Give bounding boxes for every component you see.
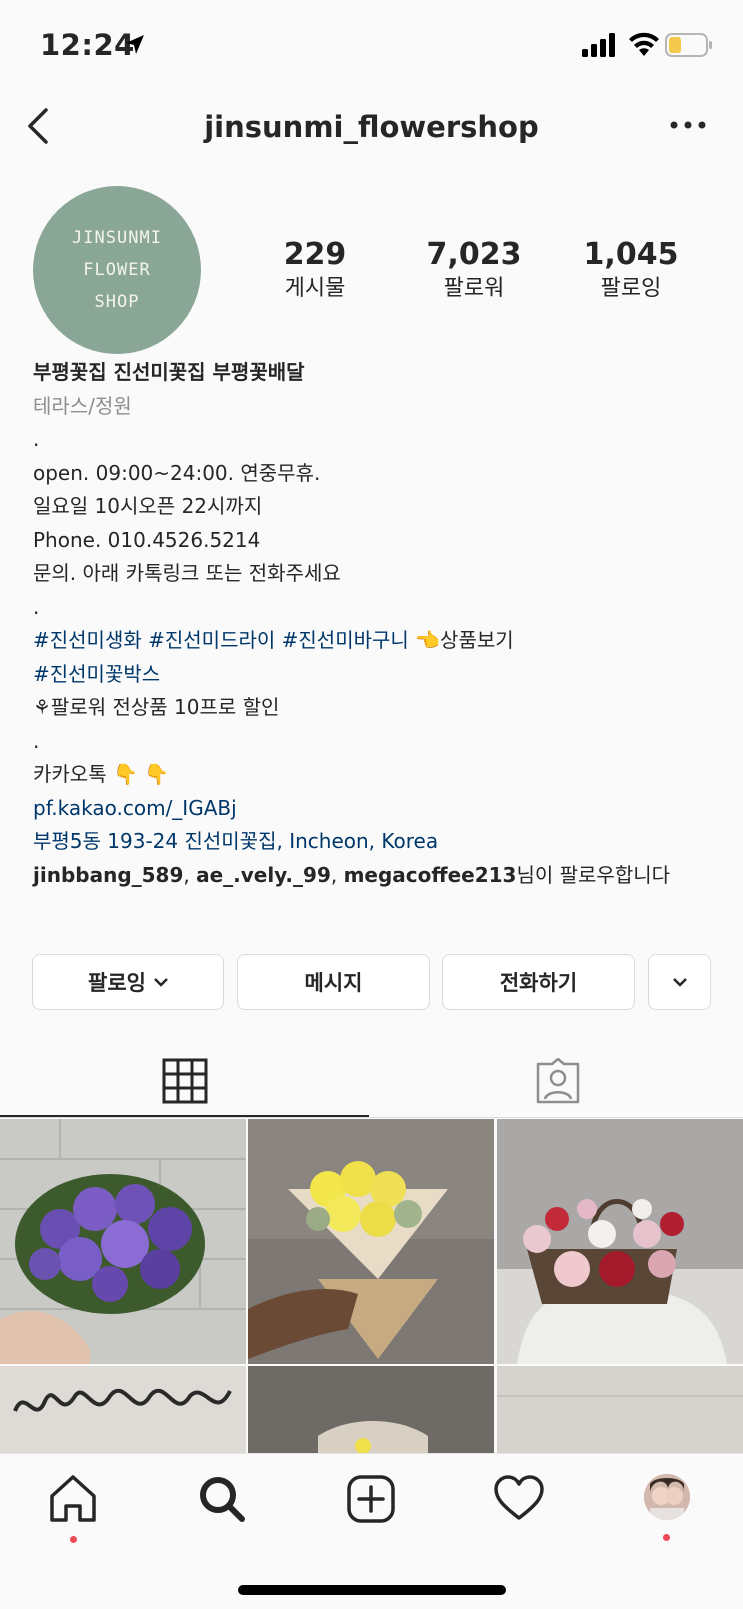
home-icon[interactable] <box>46 1472 100 1526</box>
following-button[interactable]: 팔로잉 <box>32 954 224 1010</box>
chevron-down-icon <box>154 978 168 987</box>
tagged-person-icon <box>536 1058 579 1104</box>
following-stat[interactable]: 1,045 팔로잉 <box>561 236 701 304</box>
grid-post[interactable] <box>248 1119 494 1364</box>
call-button[interactable]: 전화하기 <box>442 954 635 1010</box>
message-button[interactable]: 메시지 <box>237 954 430 1010</box>
hashtag-link[interactable]: #진선미꽃박스 <box>33 658 723 692</box>
location-arrow-icon <box>126 35 144 54</box>
message-button-label: 메시지 <box>304 971 363 995</box>
hashtag-links[interactable]: #진선미생화 #진선미드라이 #진선미바구니 <box>33 628 409 652</box>
profile-bio: 부평꽃집 진선미꽃집 부평꽃배달 테라스/정원 . open. 09:00~24… <box>33 356 723 892</box>
profile-category: 테라스/정원 <box>33 393 132 418</box>
follower-name[interactable]: ae_.vely._99 <box>196 863 331 887</box>
followers-stat[interactable]: 7,023 팔로워 <box>404 236 544 304</box>
discount-text: ⚘팔로워 전상품 10프로 할인 <box>33 695 280 719</box>
suggested-accounts-button[interactable] <box>648 954 711 1010</box>
follower-name[interactable]: jinbbang_589 <box>33 863 183 887</box>
bio-line: Phone. 010.4526.5214 <box>33 527 261 552</box>
tab-divider <box>0 1117 743 1118</box>
grid-post[interactable] <box>497 1119 743 1364</box>
separator: , <box>183 862 197 887</box>
followed-by-suffix: 님이 팔로우합니다 <box>516 862 671 887</box>
following-label: 팔로잉 <box>600 276 662 301</box>
username-title: jinsunmi_flowershop <box>204 110 539 144</box>
kakao-link[interactable]: pf.kakao.com/_IGABj <box>33 792 723 826</box>
profile-header: jinsunmi_flowershop <box>0 96 743 166</box>
search-icon[interactable] <box>195 1472 249 1526</box>
new-post-icon[interactable] <box>344 1472 398 1526</box>
bio-line: 일요일 10시오픈 22시까지 <box>33 494 263 518</box>
chevron-down-icon <box>672 978 687 987</box>
flower-basket-photo <box>497 1119 743 1364</box>
cellular-signal-icon <box>582 33 615 57</box>
bouquet-photo <box>248 1366 494 1456</box>
heart-icon[interactable] <box>492 1472 546 1526</box>
bio-line: . <box>33 594 40 619</box>
bio-line: . <box>33 427 40 451</box>
bouquet-photo <box>248 1119 494 1364</box>
profile-name: 부평꽃집 진선미꽃집 부평꽃배달 <box>33 360 305 384</box>
grid-icon <box>162 1058 208 1104</box>
tab-grid[interactable] <box>0 1046 370 1116</box>
notification-dot <box>70 1536 77 1543</box>
followers-count: 7,023 <box>426 237 522 272</box>
grid-post[interactable] <box>0 1366 246 1456</box>
posts-label: 게시물 <box>284 276 346 301</box>
avatar-text-line: SHOP <box>94 292 140 312</box>
followers-label: 팔로워 <box>443 276 505 301</box>
more-options-icon[interactable] <box>668 118 708 132</box>
separator: , <box>330 862 344 887</box>
status-time: 12:24 <box>40 28 135 62</box>
notification-dot <box>663 1534 670 1541</box>
followed-by[interactable]: jinbbang_589, ae_.vely._99, megacoffee21… <box>33 859 723 893</box>
profile-avatar[interactable]: JINSUNMI FLOWER SHOP <box>33 186 201 354</box>
bio-line: 문의. 아래 카톡링크 또는 전화주세요 <box>33 561 341 585</box>
battery-icon <box>665 33 712 57</box>
call-button-label: 전화하기 <box>499 971 578 995</box>
grid-post[interactable] <box>497 1366 743 1456</box>
profile-tab-avatar[interactable] <box>644 1474 690 1520</box>
grid-post[interactable] <box>0 1119 246 1364</box>
avatar-text-line: FLOWER <box>83 260 151 280</box>
wall-photo <box>497 1366 743 1456</box>
bio-line: . <box>33 728 40 753</box>
bio-line: open. 09:00~24:00. 연중무휴. <box>33 460 321 485</box>
posts-stat[interactable]: 229 게시물 <box>245 236 385 304</box>
bouquet-photo <box>0 1119 246 1364</box>
status-bar: 12:24 <box>0 0 743 90</box>
following-button-label: 팔로잉 <box>88 971 146 995</box>
following-count: 1,045 <box>583 237 679 272</box>
posts-count: 229 <box>283 237 347 272</box>
address-link[interactable]: 부평5동 193-24 진선미꽃집, Incheon, Korea <box>33 825 723 859</box>
lettering-photo <box>0 1366 246 1456</box>
tab-tagged[interactable] <box>372 1046 743 1116</box>
wifi-icon <box>629 32 659 56</box>
product-view-text: 👈상품보기 <box>415 628 514 652</box>
follower-name[interactable]: megacoffee213 <box>344 863 517 887</box>
grid-post[interactable] <box>248 1366 494 1456</box>
hashtag-line: #진선미생화 #진선미드라이 #진선미바구니 👈상품보기 <box>33 624 723 658</box>
avatar-photo <box>644 1474 690 1520</box>
kakao-text: 카카오톡 👇 👇 <box>33 762 170 786</box>
home-indicator <box>238 1585 506 1595</box>
avatar-text-line: JINSUNMI <box>72 228 162 248</box>
